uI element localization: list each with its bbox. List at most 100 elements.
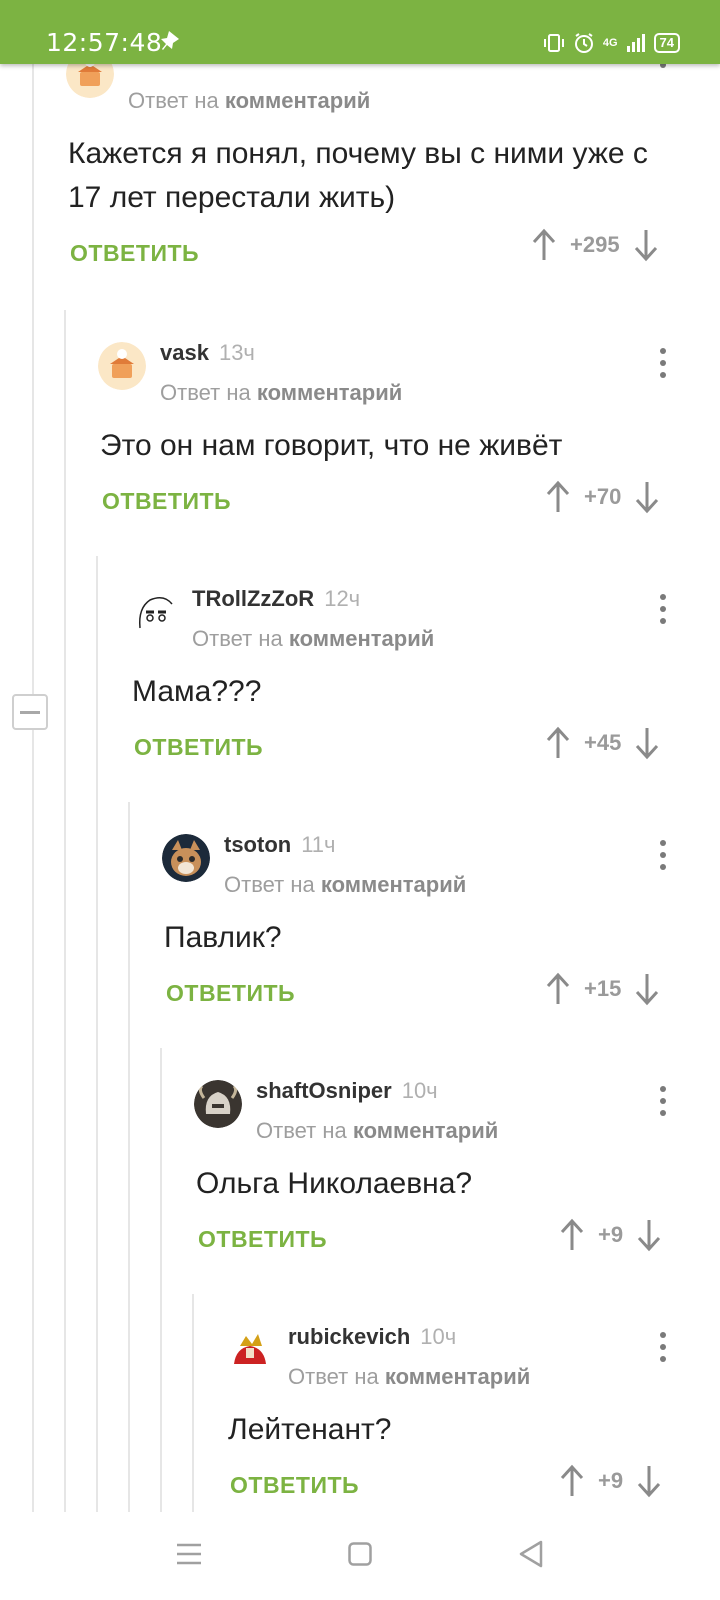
username-text[interactable]: tsoton	[224, 832, 291, 857]
reply-to-link[interactable]: комментарий	[321, 872, 466, 897]
reply-button[interactable]: ОТВЕТИТЬ	[198, 1226, 327, 1253]
more-options-icon[interactable]	[660, 64, 666, 74]
avatar[interactable]	[162, 834, 210, 882]
reply-to-link[interactable]: комментарий	[353, 1118, 498, 1143]
reply-to-link[interactable]: комментарий	[257, 380, 402, 405]
battery-indicator: 74	[653, 33, 680, 53]
status-time: 12:57:48	[46, 28, 163, 57]
upvote-icon[interactable]	[560, 1218, 584, 1252]
downvote-icon[interactable]	[635, 726, 659, 760]
vibrate-icon	[543, 34, 564, 52]
vote-controls: +15	[546, 972, 659, 1006]
comment-time: 10ч	[401, 1078, 438, 1103]
signal-icon	[626, 34, 645, 52]
reply-to-prefix: Ответ на	[160, 380, 251, 405]
avatar[interactable]	[194, 1080, 242, 1128]
downvote-icon[interactable]	[635, 972, 659, 1006]
alarm-icon	[574, 33, 593, 53]
downvote-icon[interactable]	[634, 228, 658, 262]
status-bar: 12:57:48 4G 74	[0, 0, 720, 64]
thread-line	[96, 556, 98, 1512]
comment: rubickevich 10ч Ответ на комментарий Лейт…	[226, 1324, 720, 1512]
reply-to-info: Ответ на комментарий	[128, 88, 370, 114]
more-options-icon[interactable]	[660, 840, 666, 876]
comment-time: 10ч	[420, 1324, 457, 1349]
comment: shaftOsniper 10ч Ответ на комментарий Оль…	[194, 1078, 720, 1280]
vote-controls: +70	[546, 480, 659, 514]
reply-to-link[interactable]: комментарий	[225, 88, 370, 113]
more-options-icon[interactable]	[660, 1332, 666, 1368]
avatar[interactable]	[98, 342, 146, 390]
pin-icon	[160, 30, 180, 57]
more-options-icon[interactable]	[660, 348, 666, 384]
avatar[interactable]	[226, 1326, 274, 1374]
username[interactable]: rubickevich 10ч	[288, 1324, 456, 1350]
vote-controls: +45	[546, 726, 659, 760]
reply-button[interactable]: ОТВЕТИТЬ	[134, 734, 263, 761]
comment-time: 11ч	[301, 832, 336, 857]
username-text[interactable]: rubickevich	[288, 1324, 410, 1349]
username[interactable]: vask 13ч	[160, 340, 255, 366]
network-label: 4G	[602, 37, 618, 49]
username-text[interactable]: TRollZzZoR	[192, 586, 314, 611]
comment-text: Кажется я понял, почему вы с ними уже с …	[68, 137, 648, 214]
comment-score: +70	[584, 484, 622, 509]
reply-to-info: Ответ на комментарий	[256, 1118, 498, 1144]
reply-to-link[interactable]: комментарий	[289, 626, 434, 651]
reply-to-link[interactable]: комментарий	[385, 1364, 530, 1389]
comment-text: Павлик?	[164, 921, 282, 954]
reply-button[interactable]: ОТВЕТИТЬ	[70, 240, 199, 267]
collapse-thread-button[interactable]	[12, 694, 48, 730]
username-text[interactable]: vask	[160, 340, 209, 365]
comment: vask 13ч Ответ на комментарий Это он нам …	[98, 340, 720, 542]
comment-text: Это он нам говорит, что не живёт	[100, 429, 563, 462]
comment-text: Лейтенант?	[228, 1413, 392, 1446]
comment-score: +45	[584, 730, 622, 755]
thread-line	[192, 1294, 194, 1512]
avatar[interactable]	[130, 588, 178, 636]
upvote-icon[interactable]	[560, 1464, 584, 1498]
downvote-icon[interactable]	[637, 1218, 661, 1252]
username[interactable]: shaftOsniper 10ч	[256, 1078, 438, 1104]
comment: Ответ на комментарий Кажется я понял, по…	[66, 64, 720, 310]
comment-score: +9	[598, 1222, 624, 1247]
reply-button[interactable]: ОТВЕТИТЬ	[102, 488, 231, 515]
username-text[interactable]: shaftOsniper	[256, 1078, 392, 1103]
reply-to-prefix: Ответ на	[192, 626, 283, 651]
downvote-icon[interactable]	[637, 1464, 661, 1498]
comments-thread[interactable]: Ответ на комментарий Кажется я понял, по…	[0, 64, 720, 1512]
username[interactable]: tsoton 11ч	[224, 832, 336, 858]
menu-icon[interactable]	[176, 1542, 202, 1566]
vote-controls: +9	[560, 1464, 661, 1498]
reply-to-info: Ответ на комментарий	[288, 1364, 530, 1390]
comment-score: +9	[598, 1468, 624, 1493]
thread-line	[160, 1048, 162, 1512]
back-icon[interactable]	[518, 1540, 544, 1568]
comment-score: +295	[570, 232, 620, 257]
system-nav-bar	[0, 1512, 720, 1600]
upvote-icon[interactable]	[546, 480, 570, 514]
more-options-icon[interactable]	[660, 1086, 666, 1122]
reply-button[interactable]: ОТВЕТИТЬ	[166, 980, 295, 1007]
reply-to-prefix: Ответ на	[224, 872, 315, 897]
reply-to-info: Ответ на комментарий	[160, 380, 402, 406]
vote-controls: +9	[560, 1218, 661, 1252]
username[interactable]: TRollZzZoR 12ч	[192, 586, 360, 612]
comment: tsoton 11ч Ответ на комментарий Павлик? О…	[162, 832, 720, 1034]
downvote-icon[interactable]	[635, 480, 659, 514]
comment-text: Ольга Николаевна?	[196, 1167, 473, 1200]
status-icons: 4G 74	[543, 32, 680, 54]
comment-time: 13ч	[218, 340, 255, 365]
upvote-icon[interactable]	[532, 228, 556, 262]
comment-score: +15	[584, 976, 622, 1001]
comment-time: 12ч	[324, 586, 361, 611]
upvote-icon[interactable]	[546, 726, 570, 760]
upvote-icon[interactable]	[546, 972, 570, 1006]
more-options-icon[interactable]	[660, 594, 666, 630]
home-icon[interactable]	[348, 1542, 372, 1566]
reply-button[interactable]: ОТВЕТИТЬ	[230, 1472, 359, 1499]
reply-to-info: Ответ на комментарий	[192, 626, 434, 652]
avatar[interactable]	[66, 64, 114, 98]
thread-line	[128, 802, 130, 1512]
reply-to-info: Ответ на комментарий	[224, 872, 466, 898]
